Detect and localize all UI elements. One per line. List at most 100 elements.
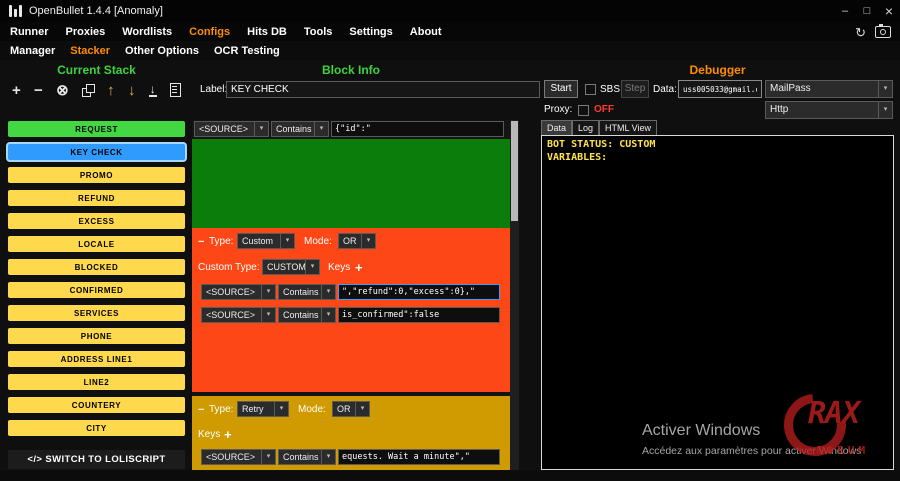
key-value-input[interactable]: ","refund":0,"excess":0}," [338, 284, 500, 300]
crax-forum-watermark: RAX FORUM [782, 386, 892, 471]
menu-proxies[interactable]: Proxies [66, 26, 106, 38]
save-config-icon[interactable]: ↓ [149, 84, 157, 97]
title-bar: OpenBullet 1.4.4 [Anomaly] – □ × [0, 0, 900, 22]
custom-type-dropdown[interactable]: CUSTOM ▾ [262, 259, 320, 275]
configs-submenu: Manager Stacker Other Options OCR Testin… [0, 41, 900, 60]
debug-data-input[interactable] [678, 80, 762, 98]
submenu-other-options[interactable]: Other Options [125, 45, 199, 57]
submenu-manager[interactable]: Manager [10, 45, 55, 57]
sbs-checkbox[interactable] [585, 84, 596, 95]
stack-block-confirmed[interactable]: CONFIRMED [8, 282, 185, 298]
chevron-down-icon: ▾ [254, 122, 268, 136]
minimize-icon[interactable]: – [834, 0, 856, 22]
stack-block-address-line1[interactable]: ADDRESS LINE1 [8, 351, 185, 367]
menu-hitsdb[interactable]: Hits DB [247, 26, 287, 38]
mode-caption: Mode: [304, 236, 332, 247]
window-title: OpenBullet 1.4.4 [Anomaly] [29, 5, 163, 17]
key-value-input[interactable]: is_confirmed":false [338, 307, 500, 323]
add-key-icon[interactable]: + [355, 261, 363, 274]
keychain-mode-dropdown[interactable]: OR ▾ [338, 233, 376, 249]
chevron-down-icon: ▾ [305, 260, 319, 274]
keychain-success-panel [192, 139, 510, 228]
key-value-input[interactable]: {"id":" [331, 121, 504, 137]
variables-line: VARIABLES: [547, 152, 607, 163]
switch-to-loliscript-button[interactable]: </> SWITCH TO LOLISCRIPT [8, 450, 185, 469]
clear-stack-icon[interactable]: ⊗ [56, 83, 69, 98]
tab-html-view[interactable]: HTML View [599, 120, 657, 135]
editor-scrollbar[interactable] [510, 120, 519, 470]
stack-block-blocked[interactable]: BLOCKED [8, 259, 185, 275]
step-button[interactable]: Step [621, 80, 649, 98]
start-button[interactable]: Start [544, 80, 578, 98]
scrollbar-thumb[interactable] [511, 121, 518, 221]
keychain-retry-panel: − Type: Retry ▾ Mode: OR ▾ Keys + <SOURC… [192, 396, 510, 470]
stack-block-excess[interactable]: EXCESS [8, 213, 185, 229]
key-condition-dropdown[interactable]: Contains ▾ [271, 121, 329, 137]
chevron-down-icon: ▾ [878, 102, 892, 118]
chevron-down-icon: ▾ [355, 402, 369, 416]
proxy-type-dropdown[interactable]: Http ▾ [765, 101, 893, 119]
stack-block-request[interactable]: REQUEST [8, 121, 185, 137]
stack-block-line2[interactable]: LINE2 [8, 374, 185, 390]
proxy-caption: Proxy: [544, 104, 572, 115]
remove-keychain-icon[interactable]: − [198, 405, 204, 416]
custom-type-caption: Custom Type: [198, 262, 260, 273]
add-block-icon[interactable]: + [12, 83, 21, 98]
remove-keychain-icon[interactable]: − [198, 237, 204, 248]
crax-text: RAX [808, 396, 859, 431]
block-label-input[interactable] [226, 81, 540, 98]
keys-caption: Keys [198, 429, 220, 440]
submenu-ocr-testing[interactable]: OCR Testing [214, 45, 280, 57]
chevron-down-icon: ▾ [261, 285, 275, 299]
menu-settings[interactable]: Settings [349, 26, 392, 38]
type-caption: Type: [209, 236, 233, 247]
stack-block-countery[interactable]: COUNTERY [8, 397, 185, 413]
key-source-dropdown[interactable]: <SOURCE> ▾ [201, 449, 276, 465]
key-condition-dropdown[interactable]: Contains ▾ [278, 307, 336, 323]
stack-block-keycheck[interactable]: KEY CHECK [8, 144, 185, 160]
key-source-dropdown[interactable]: <SOURCE> ▾ [201, 307, 276, 323]
add-key-icon[interactable]: + [224, 428, 232, 441]
menu-about[interactable]: About [410, 26, 442, 38]
stack-block-locale[interactable]: LOCALE [8, 236, 185, 252]
menu-wordlists[interactable]: Wordlists [122, 26, 172, 38]
stack-block-phone[interactable]: PHONE [8, 328, 185, 344]
proxy-checkbox[interactable] [578, 105, 589, 116]
paste-block-icon[interactable] [170, 83, 181, 97]
data-caption: Data: [653, 84, 677, 95]
chevron-down-icon: ▾ [878, 81, 892, 97]
remove-block-icon[interactable]: − [34, 83, 43, 98]
stack-block-services[interactable]: SERVICES [8, 305, 185, 321]
chevron-down-icon: ▾ [280, 234, 294, 248]
chevron-down-icon: ▾ [321, 308, 335, 322]
key-source-dropdown[interactable]: <SOURCE> ▾ [201, 284, 276, 300]
move-up-icon[interactable]: ↑ [107, 83, 115, 98]
stack-block-city[interactable]: CITY [8, 420, 185, 436]
key-condition-dropdown[interactable]: Contains ▾ [278, 284, 336, 300]
stack-block-list: REQUEST KEY CHECK PROMO REFUND EXCESS LO… [8, 121, 185, 443]
keychain-mode-dropdown[interactable]: OR ▾ [332, 401, 370, 417]
key-condition-dropdown[interactable]: Contains ▾ [278, 449, 336, 465]
tab-log[interactable]: Log [572, 120, 599, 135]
key-value-input[interactable]: equests. Wait a minute"," [338, 449, 500, 465]
maximize-icon[interactable]: □ [856, 0, 878, 22]
wordlist-type-dropdown[interactable]: MailPass ▾ [765, 80, 893, 98]
keychain-type-dropdown[interactable]: Retry ▾ [237, 401, 289, 417]
current-stack-title: Current Stack [8, 63, 185, 77]
tab-data[interactable]: Data [541, 120, 572, 135]
menu-configs[interactable]: Configs [189, 26, 230, 38]
stack-block-promo[interactable]: PROMO [8, 167, 185, 183]
keychain-type-dropdown[interactable]: Custom ▾ [237, 233, 295, 249]
screenshot-camera-icon[interactable] [875, 26, 891, 38]
move-down-icon[interactable]: ↓ [128, 83, 136, 98]
sbs-label: SBS [600, 84, 620, 95]
close-icon[interactable]: × [878, 0, 900, 22]
menu-tools[interactable]: Tools [304, 26, 333, 38]
submenu-stacker[interactable]: Stacker [70, 45, 110, 57]
debugger-output-panel: BOT STATUS: CUSTOM VARIABLES: Activer Wi… [541, 135, 894, 470]
stack-block-refund[interactable]: REFUND [8, 190, 185, 206]
clone-block-icon[interactable] [82, 84, 94, 96]
update-icon[interactable]: ↻ [855, 26, 866, 39]
menu-runner[interactable]: Runner [10, 26, 49, 38]
key-source-dropdown[interactable]: <SOURCE> ▾ [194, 121, 269, 137]
